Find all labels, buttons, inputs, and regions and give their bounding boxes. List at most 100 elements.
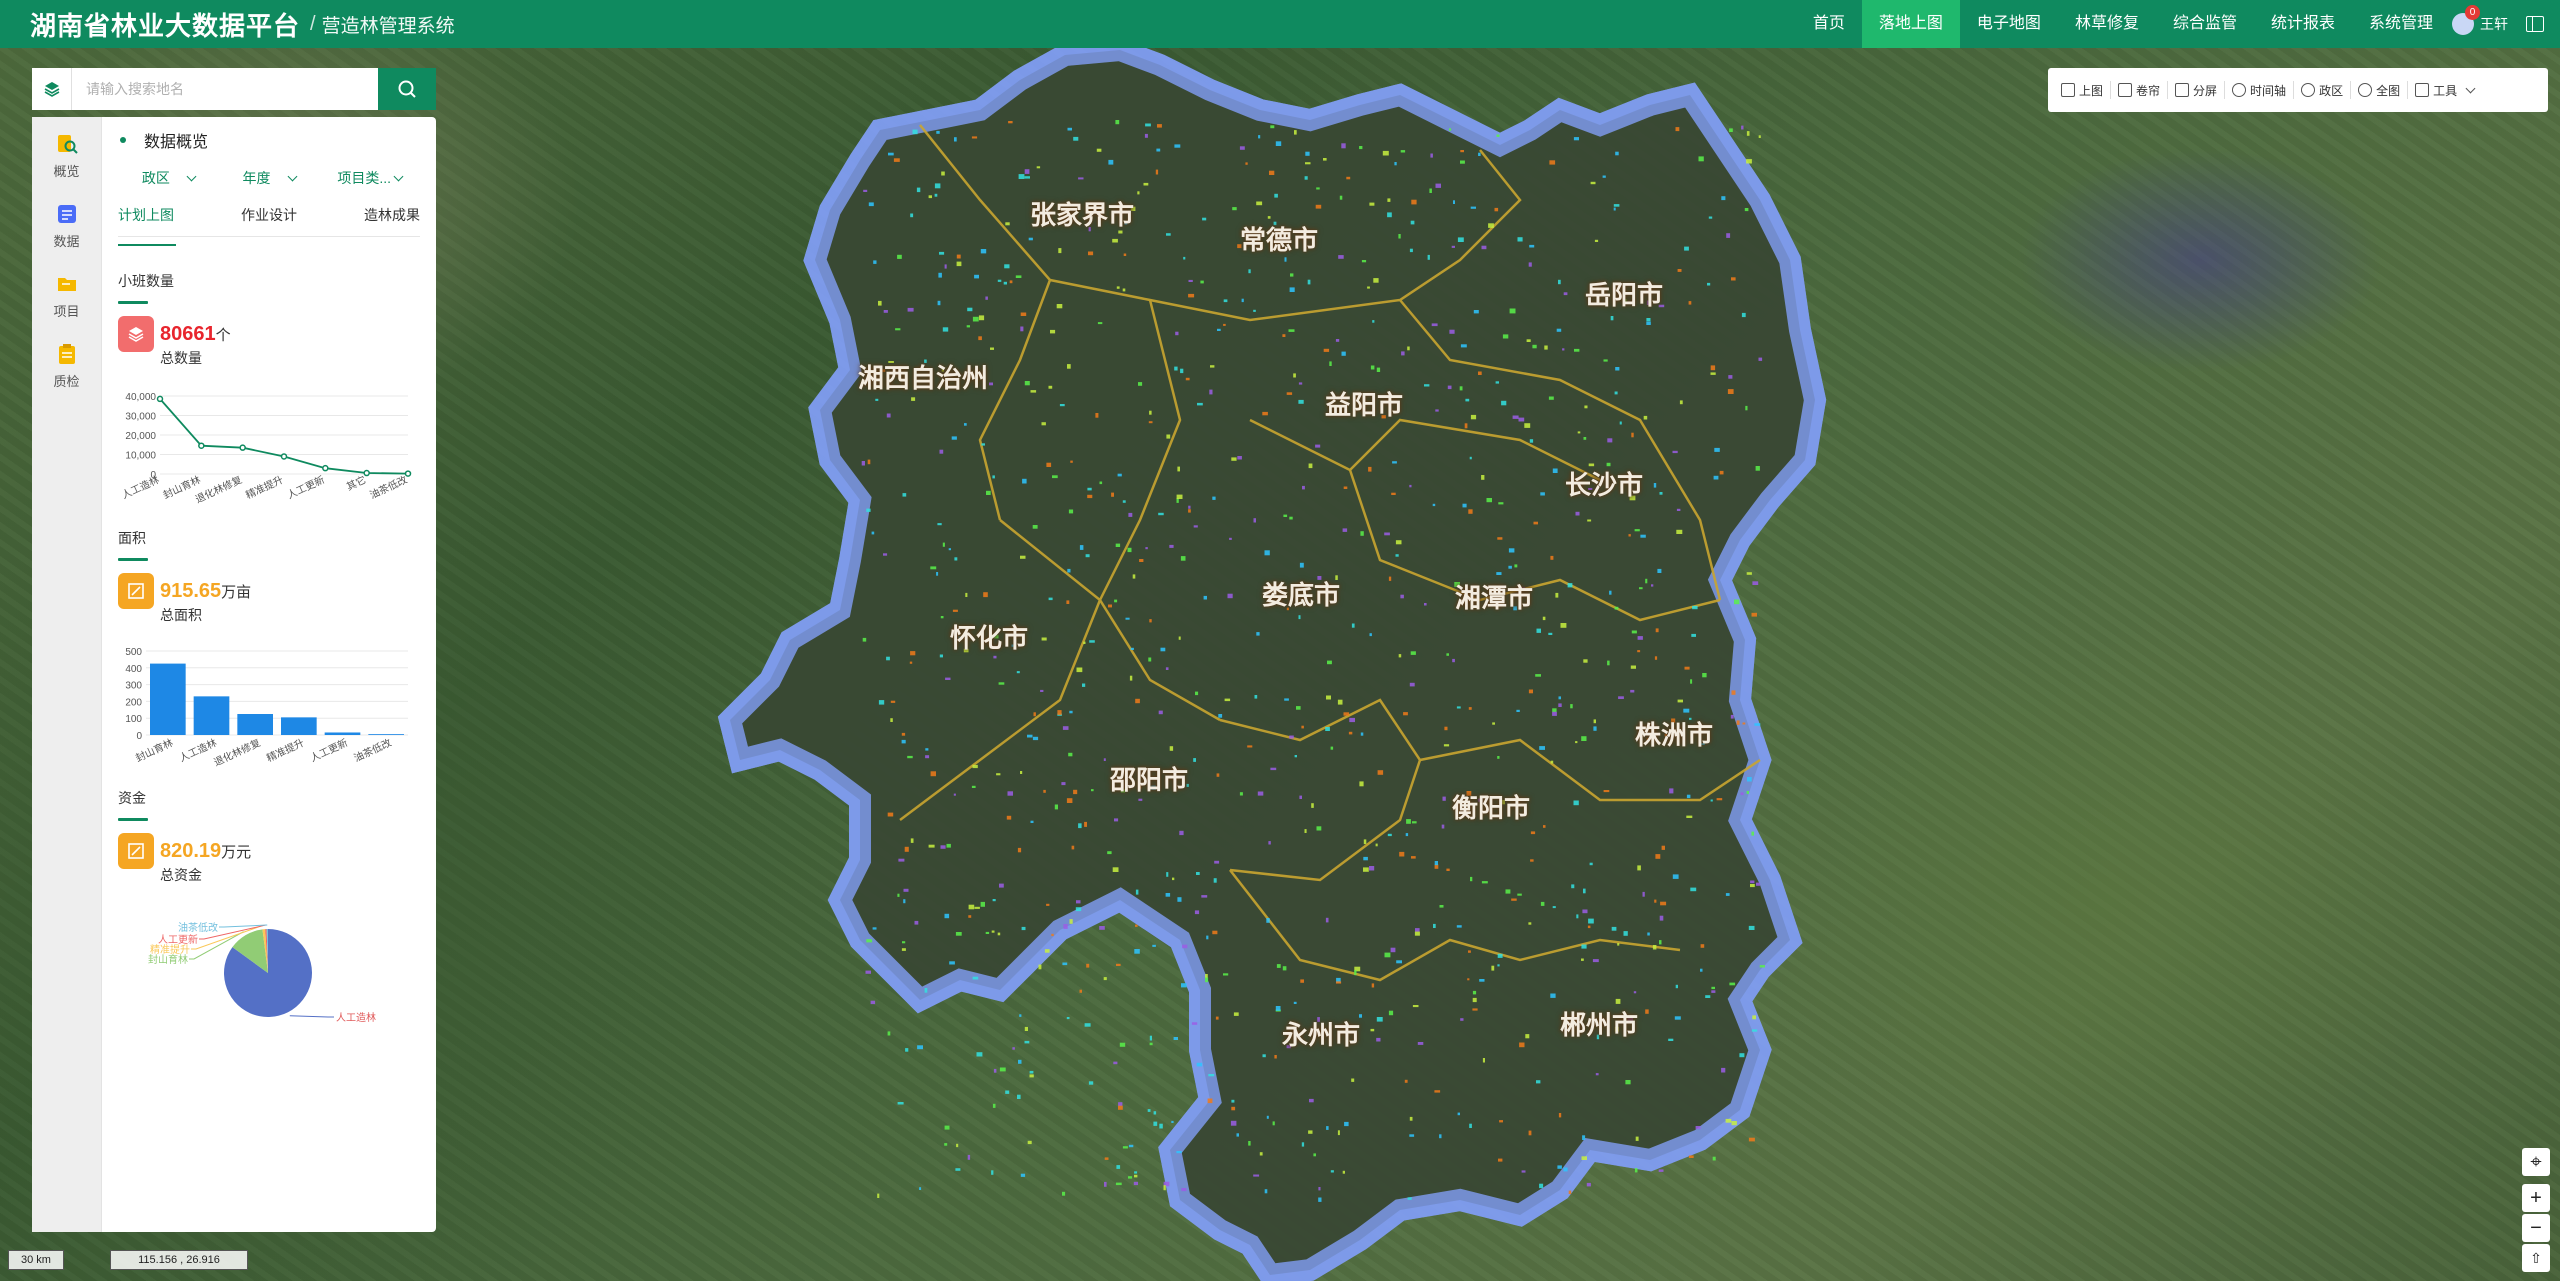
toolbox-icon xyxy=(2415,83,2430,97)
map-feature xyxy=(954,137,957,142)
map-feature xyxy=(1259,1152,1263,1156)
filter-project-type[interactable]: 项目类... xyxy=(319,167,420,189)
user-menu[interactable]: 0 王轩 xyxy=(2452,0,2508,48)
map-feature xyxy=(1581,944,1587,949)
map-feature xyxy=(1734,599,1740,605)
map-feature xyxy=(1180,556,1186,561)
tool-swipe[interactable]: 卷帘 xyxy=(2111,81,2169,99)
map-feature xyxy=(1068,509,1074,514)
sidebar-item-project[interactable]: 项目 xyxy=(32,261,101,331)
map-feature xyxy=(1171,1120,1174,1123)
nav-electronic-map[interactable]: 电子地图 xyxy=(1960,0,2058,48)
search-input[interactable] xyxy=(72,68,378,110)
map-feature xyxy=(890,718,893,722)
map-feature xyxy=(1740,792,1744,796)
tool-timeline[interactable]: 时间轴 xyxy=(2225,81,2295,99)
map-feature xyxy=(1589,862,1593,866)
sidebar-item-quality[interactable]: 质检 xyxy=(32,331,101,401)
data-point xyxy=(156,395,164,403)
tab-design[interactable]: 作业设计 xyxy=(219,203,320,236)
map-feature xyxy=(1376,367,1381,372)
map-feature xyxy=(1412,1005,1419,1008)
map-feature xyxy=(1159,1123,1163,1129)
map-feature xyxy=(1361,260,1367,263)
map-feature xyxy=(955,932,962,936)
map-feature xyxy=(944,264,947,269)
map-feature xyxy=(936,130,940,134)
tool-full-extent[interactable]: 全图 xyxy=(2351,81,2409,99)
map-feature xyxy=(1076,900,1081,904)
map-feature xyxy=(1188,505,1191,509)
map-feature xyxy=(1748,1137,1755,1142)
filter-year[interactable]: 年度 xyxy=(219,167,320,189)
sidebar-item-data[interactable]: 数据 xyxy=(32,191,101,261)
map-feature xyxy=(1177,466,1180,472)
map-feature xyxy=(1293,373,1296,378)
map-feature xyxy=(1293,1001,1297,1004)
fund-value: 820.19 xyxy=(160,839,222,862)
tool-tools[interactable]: 工具 xyxy=(2408,81,2481,99)
map-feature xyxy=(1247,745,1253,748)
nav-restoration[interactable]: 林草修复 xyxy=(2058,0,2156,48)
zoom-out-button[interactable]: − xyxy=(2522,1214,2550,1242)
nav-home[interactable]: 首页 xyxy=(1796,0,1862,48)
tab-results[interactable]: 造林成果 xyxy=(319,203,420,236)
map-feature xyxy=(1302,485,1305,490)
map-feature xyxy=(1721,196,1726,201)
map-feature xyxy=(1713,475,1719,480)
layers-button[interactable] xyxy=(32,68,72,110)
map-feature xyxy=(1631,432,1634,438)
filter-row: 政区 年度 项目类... xyxy=(118,167,420,189)
fund-sub: 总资金 xyxy=(160,867,202,883)
tab-plan-mapping[interactable]: 计划上图 xyxy=(118,203,219,246)
tool-draw[interactable]: 上图 xyxy=(2054,81,2112,99)
fullscreen-toggle-icon[interactable] xyxy=(2526,16,2544,32)
map-feature xyxy=(1096,148,1102,152)
map-feature xyxy=(1212,496,1216,500)
map-feature xyxy=(1752,1015,1756,1020)
tool-split[interactable]: 分屏 xyxy=(2168,81,2226,99)
nav-supervision[interactable]: 综合监管 xyxy=(2156,0,2254,48)
north-button[interactable]: ⇧ xyxy=(2522,1244,2550,1272)
nav-mapping[interactable]: 落地上图 xyxy=(1861,0,1960,48)
map-feature xyxy=(1166,434,1171,439)
map-feature xyxy=(1550,555,1554,560)
map-feature xyxy=(1575,511,1580,516)
map-feature xyxy=(1460,344,1467,348)
tool-region[interactable]: 政区 xyxy=(2294,81,2352,99)
search-button[interactable] xyxy=(378,68,436,110)
map-feature xyxy=(1147,1109,1151,1112)
locate-button[interactable]: ⌖ xyxy=(2522,1148,2550,1176)
map-feature xyxy=(872,927,877,930)
sidebar-item-overview[interactable]: 概览 xyxy=(32,121,101,191)
fund-unit: 万元 xyxy=(221,843,252,861)
map-feature xyxy=(1548,632,1553,635)
map-feature xyxy=(1308,1130,1313,1134)
map-feature xyxy=(1015,275,1022,278)
map-feature xyxy=(1496,134,1500,137)
map-feature xyxy=(1750,880,1755,884)
map-feature xyxy=(1387,212,1392,218)
map-feature xyxy=(1256,632,1260,636)
map-feature xyxy=(1751,831,1754,836)
map-feature xyxy=(917,1045,923,1050)
map-feature xyxy=(1007,791,1013,796)
city-label-changde: 常德市 xyxy=(1240,225,1319,255)
map-feature xyxy=(1613,207,1616,211)
filter-region[interactable]: 政区 xyxy=(118,167,219,189)
map-feature xyxy=(1654,899,1657,903)
city-label-chenzhou: 郴州市 xyxy=(1560,1010,1639,1040)
nav-system[interactable]: 系统管理 xyxy=(2352,0,2450,48)
map-feature xyxy=(990,347,994,350)
nav-reports[interactable]: 统计报表 xyxy=(2254,0,2352,48)
map-feature xyxy=(1346,176,1351,180)
x-tick-label: 精准提升 xyxy=(264,736,306,765)
zoom-in-button[interactable]: + xyxy=(2522,1184,2550,1212)
map-feature xyxy=(925,748,929,751)
map-feature xyxy=(1056,304,1063,309)
map-feature xyxy=(1062,962,1068,966)
map-feature xyxy=(1149,410,1152,415)
map-feature xyxy=(1088,251,1094,256)
map-feature xyxy=(1563,1167,1568,1172)
map-feature xyxy=(1079,545,1084,550)
